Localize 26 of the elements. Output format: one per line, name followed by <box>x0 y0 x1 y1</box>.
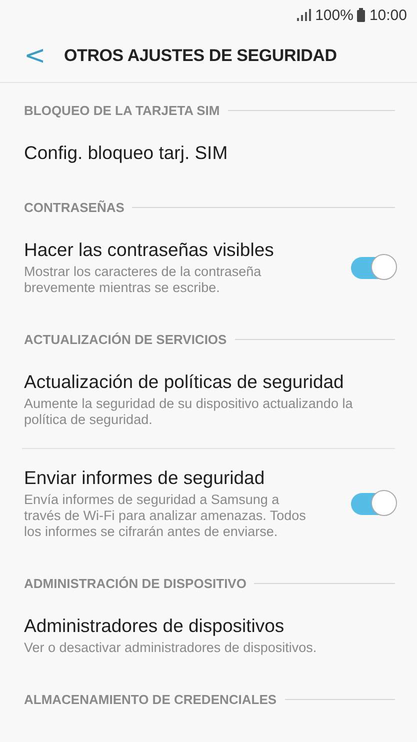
section-header: ADMINISTRACIÓN DE DISPOSITIVO <box>24 576 246 591</box>
clock: 10:00 <box>369 6 407 24</box>
settings-item[interactable]: Administradores de dispositivos Ver o desactivar administradores de dispositivos. <box>0 601 417 672</box>
battery-icon <box>357 8 366 22</box>
settings-item[interactable]: Config. bloqueo tarj. SIM <box>0 128 417 180</box>
settings-item[interactable]: Actualización de políticas de seguridad Aumente la seguridad de su dispositivo actualizando la política de seguridad. <box>0 357 417 444</box>
section-header: CONTRASEÑAS <box>24 200 124 215</box>
settings-item[interactable]: Hacer las contraseñas visibles Mostrar los caracteres de la contraseña brevemente mientras se escribe. <box>0 225 417 312</box>
signal-icon <box>297 9 312 21</box>
screen-title: OTROS AJUSTES DE SEGURIDAD <box>64 46 337 66</box>
item-description: Ver o desactivar administradores de dispositivos. <box>24 640 318 656</box>
section-header: ACTUALIZACIÓN DE SERVICIOS <box>24 332 227 347</box>
item-title: Administradores de dispositivos <box>24 615 286 637</box>
toggle-switch[interactable] <box>351 256 395 278</box>
item-description: Aumente la seguridad de su dispositivo actualizando la política de seguridad. <box>24 396 354 428</box>
item-title: Hacer las contraseñas visibles <box>24 239 275 261</box>
section-header: BLOQUEO DE LA TARJETA SIM <box>24 103 220 118</box>
battery-level: 100% <box>315 6 354 24</box>
settings-item[interactable]: Enviar informes de seguridad Envía informes de seguridad a Samsung a través de Wi-Fi para analizar amenazas. Todos los informes se cifrarán antes de enviarse. <box>0 453 417 556</box>
item-title: Enviar informes de seguridad <box>24 467 266 489</box>
item-description: Envía informes de seguridad a Samsung a través de Wi-Fi para analizar amenazas. Todos los informes se cifrarán antes de enviarse. <box>24 492 307 540</box>
item-description: Mostrar los caracteres de la contraseña brevemente mientras se escribe. <box>24 264 262 296</box>
toggle-switch[interactable] <box>351 492 395 514</box>
item-title: Config. bloqueo tarj. SIM <box>24 142 229 164</box>
item-title: Actualización de políticas de seguridad <box>24 371 345 393</box>
section-header: ALMACENAMIENTO DE CREDENCIALES <box>24 692 277 707</box>
